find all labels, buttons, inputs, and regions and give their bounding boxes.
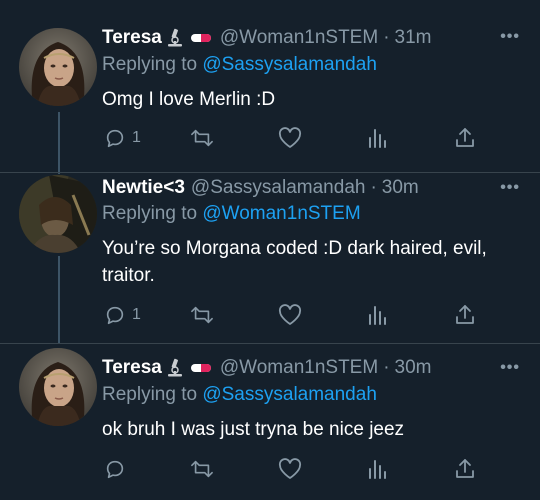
reply-button[interactable] (104, 456, 132, 482)
like-button[interactable] (278, 456, 302, 482)
retweet-icon (190, 127, 214, 149)
tweet-text: ok bruh I was just tryna be nice jeez (102, 419, 405, 440)
replying-to-label: Replying to (102, 203, 198, 224)
timestamp[interactable]: 30m (382, 177, 419, 199)
display-name[interactable]: Newtie<3 (102, 177, 185, 199)
replying-to-label: Replying to (102, 54, 198, 75)
share-icon (454, 458, 476, 480)
tweet[interactable]: Teresa @Woman1nSTEM · 30m ••• Replying t… (0, 344, 540, 500)
replying-to: Replying to @Sassysalamandah (102, 384, 377, 406)
microscope-icon (166, 28, 184, 48)
analytics-icon (366, 458, 388, 480)
analytics-button[interactable] (366, 125, 388, 151)
tweet-actions: 1 (102, 125, 502, 151)
analytics-icon (366, 304, 388, 326)
retweet-button[interactable] (190, 456, 214, 482)
reply-icon (104, 458, 126, 480)
handle[interactable]: @Woman1nSTEM (220, 27, 378, 49)
analytics-button[interactable] (366, 302, 388, 328)
replying-to-mention[interactable]: @Sassysalamandah (202, 384, 377, 405)
tweet[interactable]: Newtie<3 @Sassysalamandah · 30m ••• Repl… (0, 173, 540, 343)
tweet-header: Teresa @Woman1nSTEM · 30m (102, 355, 431, 381)
avatar[interactable] (19, 28, 97, 106)
display-name[interactable]: Teresa (102, 27, 162, 49)
like-icon (278, 304, 302, 326)
reply-icon (104, 304, 126, 326)
reply-count: 1 (132, 129, 141, 146)
replying-to: Replying to @Sassysalamandah (102, 54, 377, 76)
timestamp[interactable]: 30m (395, 357, 432, 379)
retweet-icon (190, 458, 214, 480)
more-horizontal-icon[interactable]: ••• (500, 28, 520, 46)
more-horizontal-icon[interactable]: ••• (500, 179, 520, 197)
reply-button[interactable]: 1 (104, 125, 141, 151)
tweet[interactable]: Teresa @Woman1nSTEM · 31m ••• Replying t… (0, 0, 540, 172)
retweet-icon (190, 304, 214, 326)
avatar[interactable] (19, 175, 97, 253)
conversation-thread: Teresa @Woman1nSTEM · 31m ••• Replying t… (0, 0, 540, 500)
analytics-icon (366, 127, 388, 149)
retweet-button[interactable] (190, 302, 214, 328)
like-icon (278, 127, 302, 149)
reply-count: 1 (132, 306, 141, 323)
pill-icon (190, 361, 212, 375)
tweet-actions: 1 (102, 302, 502, 328)
share-icon (454, 304, 476, 326)
analytics-button[interactable] (366, 456, 388, 482)
share-icon (454, 127, 476, 149)
reply-button[interactable]: 1 (104, 302, 141, 328)
reply-icon (104, 127, 126, 149)
separator-dot: · (383, 27, 390, 48)
retweet-button[interactable] (190, 125, 214, 151)
separator-dot: · (370, 177, 377, 198)
share-button[interactable] (454, 456, 476, 482)
replying-to-mention[interactable]: @Woman1nSTEM (202, 203, 360, 224)
tweet-header: Teresa @Woman1nSTEM · 31m (102, 25, 431, 51)
display-name[interactable]: Teresa (102, 357, 162, 379)
tweet-actions (102, 456, 502, 482)
tweet-text: Omg I love Merlin :D (102, 89, 276, 110)
replying-to-label: Replying to (102, 384, 198, 405)
like-button[interactable] (278, 125, 302, 151)
avatar[interactable] (19, 348, 97, 426)
replying-to: Replying to @Woman1nSTEM (102, 203, 361, 225)
separator-dot: · (383, 357, 390, 378)
share-button[interactable] (454, 125, 476, 151)
tweet-text: You’re so Morgana coded :D dark haired, … (102, 238, 487, 286)
share-button[interactable] (454, 302, 476, 328)
like-button[interactable] (278, 302, 302, 328)
pill-icon (190, 31, 212, 45)
timestamp[interactable]: 31m (395, 27, 432, 49)
like-icon (278, 458, 302, 480)
replying-to-mention[interactable]: @Sassysalamandah (202, 54, 377, 75)
microscope-icon (166, 358, 184, 378)
handle[interactable]: @Woman1nSTEM (220, 357, 378, 379)
more-horizontal-icon[interactable]: ••• (500, 359, 520, 377)
tweet-header: Newtie<3 @Sassysalamandah · 30m (102, 175, 419, 201)
handle[interactable]: @Sassysalamandah (191, 177, 366, 199)
